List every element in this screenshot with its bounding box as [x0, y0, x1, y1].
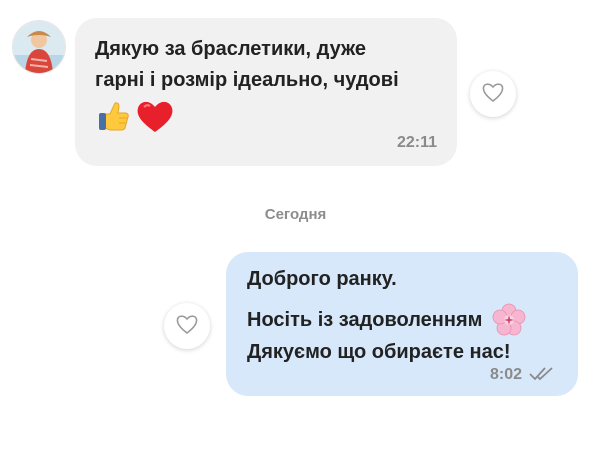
incoming-message-bubble[interactable]: Дякую за браслетики, дуже гарні і розмір…	[75, 18, 457, 166]
heart-outline-icon	[481, 81, 505, 108]
like-button[interactable]	[164, 303, 210, 349]
like-button[interactable]	[470, 71, 516, 117]
outgoing-message-bubble[interactable]: Доброго ранку. Носіть із задоволенням Дя…	[226, 252, 578, 396]
red-heart-icon	[135, 98, 175, 139]
avatar[interactable]	[12, 20, 66, 74]
heart-outline-icon	[175, 313, 199, 340]
message-timestamp: 8:02	[489, 366, 522, 383]
double-check-icon	[528, 366, 556, 382]
cherry-blossom-icon	[492, 303, 526, 337]
outgoing-message-line: Доброго ранку.	[247, 268, 397, 290]
incoming-message-line: Дякую за браслетики, дуже	[95, 38, 367, 60]
outgoing-message-line: Носіть із задоволенням	[247, 308, 483, 331]
incoming-message-line: гарні і розмір ідеально, чудові	[95, 69, 399, 91]
date-separator: Сегодня	[264, 206, 327, 223]
outgoing-message-line: Дякуємо що обираєте нас!	[247, 341, 511, 363]
message-timestamp: 22:11	[396, 134, 437, 151]
thumbs-up-icon	[95, 98, 131, 139]
